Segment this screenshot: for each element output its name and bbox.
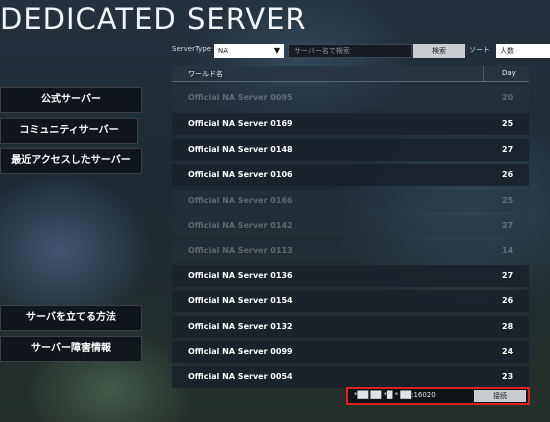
server-day: 27 (502, 145, 514, 154)
server-day: 23 (502, 372, 514, 381)
server-name: Official NA Server 0099 (188, 347, 293, 356)
server-day: 26 (502, 296, 514, 305)
server-name: Official NA Server 0169 (188, 119, 293, 128)
table-header: ワールド名 Day (172, 66, 529, 82)
server-name: Official NA Server 0166 (188, 196, 293, 205)
server-day: 27 (502, 271, 514, 280)
server-day: 25 (502, 119, 514, 128)
search-input[interactable]: サーバー名で検索 (288, 44, 412, 58)
page-title: DEDICATED SERVER (0, 2, 307, 36)
table-row[interactable]: Official NA Server 0154 26 (172, 290, 529, 312)
column-header-day[interactable]: Day (502, 69, 516, 77)
server-day: 20 (502, 93, 514, 102)
sort-label: ソート (469, 46, 490, 54)
table-row[interactable]: Official NA Server 0132 28 (172, 316, 529, 338)
server-name: Official NA Server 0154 (188, 296, 293, 305)
table-row[interactable]: Official NA Server 0095 20 (172, 87, 529, 109)
official-servers-button[interactable]: 公式サーバー (0, 87, 142, 113)
column-divider (483, 66, 484, 82)
table-row[interactable]: Official NA Server 0142 27 (172, 215, 529, 237)
direct-connect-panel: *██ ██ *█ * ██:16020 接続 (346, 387, 530, 405)
table-row[interactable]: Official NA Server 0054 23 (172, 366, 529, 388)
sort-select[interactable]: 人数 (496, 44, 550, 58)
server-type-select[interactable]: NA ▼ (214, 44, 284, 58)
server-name: Official NA Server 0106 (188, 170, 293, 179)
chevron-down-icon: ▼ (273, 46, 280, 55)
search-placeholder: サーバー名で検索 (294, 47, 350, 55)
server-day: 27 (502, 221, 514, 230)
server-name: Official NA Server 0095 (188, 93, 293, 102)
server-day: 24 (502, 347, 514, 356)
server-address-field[interactable]: *██ ██ *█ * ██:16020 (354, 391, 436, 399)
server-day: 25 (502, 196, 514, 205)
connect-button[interactable]: 接続 (474, 390, 526, 402)
table-row[interactable]: Official NA Server 0136 27 (172, 265, 529, 287)
recent-servers-button[interactable]: 最近アクセスしたサーバー (0, 148, 142, 174)
server-day: 28 (502, 322, 514, 331)
server-name: Official NA Server 0148 (188, 145, 293, 154)
table-row[interactable]: Official NA Server 0106 26 (172, 164, 529, 186)
server-name: Official NA Server 0132 (188, 322, 293, 331)
community-servers-button[interactable]: コミュニティサーバー (0, 118, 138, 144)
table-row[interactable]: Official NA Server 0113 14 (172, 240, 529, 262)
how-to-host-button[interactable]: サーバを立てる方法 (0, 305, 142, 331)
server-type-label: ServerType (172, 45, 212, 53)
server-outage-info-button[interactable]: サーバー障害情報 (0, 336, 142, 362)
table-row[interactable]: Official NA Server 0166 25 (172, 190, 529, 212)
table-row[interactable]: Official NA Server 0169 25 (172, 113, 529, 135)
server-name: Official NA Server 0113 (188, 246, 293, 255)
table-row[interactable]: Official NA Server 0148 27 (172, 139, 529, 161)
server-type-value: NA (218, 47, 229, 55)
table-row[interactable]: Official NA Server 0099 24 (172, 341, 529, 363)
server-name: Official NA Server 0142 (188, 221, 293, 230)
server-day: 26 (502, 170, 514, 179)
server-day: 14 (502, 246, 514, 255)
server-name: Official NA Server 0136 (188, 271, 293, 280)
search-button[interactable]: 検索 (413, 44, 465, 58)
column-header-name[interactable]: ワールド名 (188, 69, 223, 79)
server-name: Official NA Server 0054 (188, 372, 293, 381)
sort-value: 人数 (500, 47, 514, 55)
